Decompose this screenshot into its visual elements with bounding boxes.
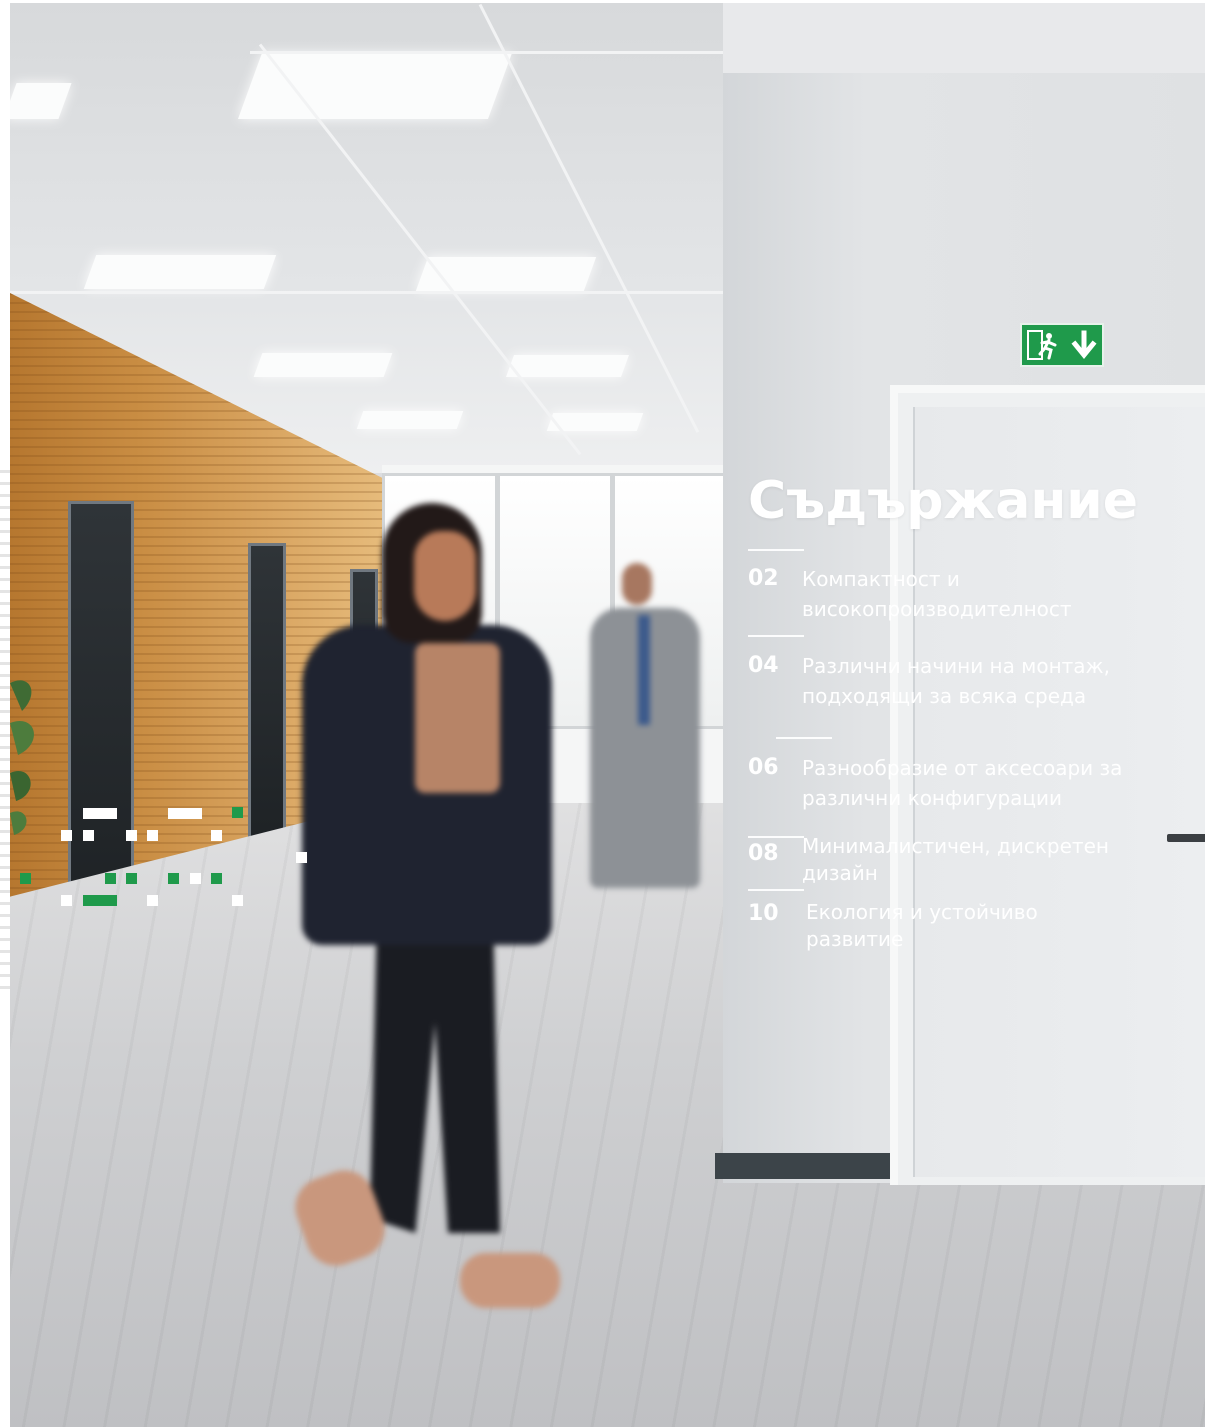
- ceiling-light: [253, 353, 393, 377]
- emergency-exit-sign-icon: [1020, 323, 1104, 367]
- woman-blouse: [415, 643, 500, 793]
- toc-entry-line: Разнообразие от аксесоари за: [802, 756, 1123, 780]
- toc-entry-line: дизайн: [802, 861, 878, 885]
- toc-divider: [748, 635, 804, 637]
- wall-top: [723, 3, 1205, 73]
- ceiling-light: [415, 257, 597, 291]
- ceiling-rail: [250, 51, 725, 54]
- woman-shoe: [460, 1253, 560, 1308]
- page-gutter: [0, 470, 10, 990]
- toc-entry-line: Екология и устойчиво: [806, 900, 1038, 924]
- toc-entry-line: различни конфигурации: [802, 786, 1063, 810]
- corridor-door: [248, 543, 286, 849]
- ceiling-light: [505, 355, 630, 377]
- arrow-down-icon: [1070, 330, 1097, 359]
- toc-entry-text: Екология и устойчиво развитие: [806, 899, 1038, 953]
- ceiling-light: [10, 83, 72, 119]
- plant: [10, 680, 34, 835]
- toc-entry-line: Минималистичен, дискретен: [802, 834, 1109, 858]
- brochure-page: Съдържание 02 Компактност и високопроизв…: [10, 3, 1205, 1427]
- door-handle: [1167, 834, 1205, 842]
- man-tie: [638, 615, 650, 725]
- toc-page-number: 10: [748, 901, 779, 926]
- toc-title: Съдържание: [748, 471, 1138, 531]
- ceiling-light: [356, 411, 464, 429]
- toc-item: 10 Екология и устойчиво развитие: [748, 899, 1038, 953]
- toc-item: 06 Разнообразие от аксесоари за различни…: [748, 753, 1122, 813]
- ceiling-light: [83, 255, 277, 289]
- toc-entry-text: Различни начини на монтаж, подходящи за …: [802, 651, 1110, 711]
- toc-entry-line: Различни начини на монтаж,: [802, 654, 1110, 678]
- toc-entry-text: Минималистичен, дискретен дизайн: [802, 833, 1109, 887]
- toc-entry-line: високопроизводителност: [802, 597, 1072, 621]
- toc-entry-line: подходящи за всяка среда: [802, 684, 1087, 708]
- man-head: [622, 563, 652, 605]
- toc-entry-text: Компактност и високопроизводителност: [802, 564, 1072, 624]
- toc-divider: [748, 549, 804, 551]
- toc-divider: [748, 889, 804, 891]
- toc-page-number: 08: [748, 841, 779, 866]
- corridor-door: [68, 501, 134, 917]
- running-man-icon: [1026, 330, 1056, 360]
- woman-face: [414, 531, 476, 621]
- toc-page-number: 02: [748, 566, 779, 591]
- toc-item: 02 Компактност и високопроизводителност: [748, 564, 1072, 624]
- ceiling-light: [237, 53, 513, 119]
- toc-entry-line: Компактност и: [802, 567, 960, 591]
- ceiling-rail: [10, 291, 725, 294]
- toc-page-number: 04: [748, 653, 779, 678]
- toc-divider: [776, 737, 832, 739]
- toc-item: 08 Минималистичен, дискретен дизайн: [748, 833, 1109, 887]
- toc-page-number: 06: [748, 755, 779, 780]
- toc-entry-line: развитие: [806, 927, 904, 951]
- toc-entry-text: Разнообразие от аксесоари за различни ко…: [802, 753, 1122, 813]
- baseboard: [715, 1153, 890, 1179]
- toc-item: 04 Различни начини на монтаж, подходящи …: [748, 651, 1110, 711]
